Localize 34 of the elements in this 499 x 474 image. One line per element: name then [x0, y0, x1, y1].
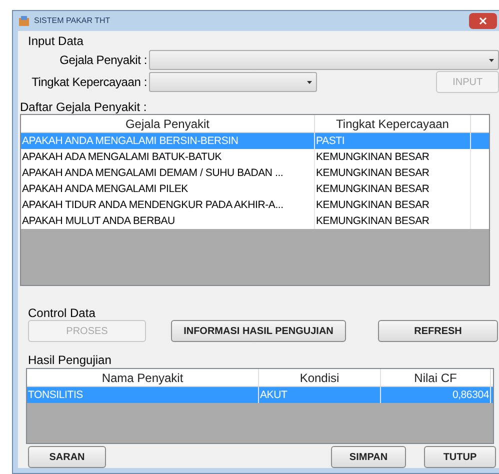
- dropdown-arrow-icon: [489, 58, 494, 62]
- table-row[interactable]: APAKAH ANDA MENGALAMI PILEK KEMUNGKINAN BESAR: [21, 181, 489, 197]
- field-label: Tingkat Kepercayaan :: [30, 74, 148, 91]
- button[interactable]: REFRESH: [378, 320, 498, 342]
- dropdown-field[interactable]: [149, 72, 317, 92]
- column-header: Nama Penyakit: [27, 369, 259, 386]
- table-row[interactable]: APAKAH TIDUR ANDA MENDENGKUR PADA AKHIR-A... KEMUNGKINAN BESAR: [21, 197, 489, 213]
- table-row[interactable]: APAKAH ANDA MENGALAMI DEMAM / SUHU BADAN ... KEMUNGKINAN BESAR: [21, 165, 489, 181]
- group-title: Control Data: [27, 305, 96, 319]
- column-header: Gejala Penyakit: [21, 115, 315, 132]
- dropdown-arrow-icon: [306, 80, 312, 84]
- table-cell: 0,86304: [381, 387, 491, 403]
- column-header: Kondisi: [259, 369, 381, 386]
- button[interactable]: SARAN: [28, 446, 106, 468]
- close-button[interactable]: [469, 13, 497, 29]
- button[interactable]: INFORMASI HASIL PENGUJIAN: [171, 320, 346, 342]
- dropdown-field[interactable]: [149, 50, 499, 70]
- table-row[interactable]: APAKAH MULUT ANDA BERBAU KEMUNGKINAN BESAR: [21, 213, 489, 229]
- button[interactable]: TUTUP: [424, 446, 496, 468]
- section-label: Daftar Gejala Penyakit :: [19, 99, 148, 114]
- table-cell: TONSILITIS: [27, 387, 259, 403]
- group-title: Hasil Pengujian: [27, 352, 112, 368]
- group-title: Input Data: [27, 33, 84, 49]
- window-title: SISTEM PAKAR THT: [34, 15, 110, 27]
- table-row[interactable]: APAKAH ADA MENGALAMI BATUK-BATUK KEMUNGKINAN BESAR: [21, 149, 489, 165]
- column-header: Nilai CF: [381, 369, 491, 386]
- table-cell: AKUT: [259, 387, 381, 403]
- button[interactable]: SIMPAN: [331, 446, 406, 468]
- app-icon: [18, 15, 30, 27]
- field-label: Gejala Penyakit :: [58, 52, 148, 69]
- close-icon: [479, 17, 487, 25]
- column-header: Tingkat Kepercayaan: [315, 115, 471, 132]
- table-cell: KEMUNGKINAN BESAR: [315, 213, 471, 229]
- table-cell: APAKAH MULUT ANDA BERBAU: [21, 213, 315, 229]
